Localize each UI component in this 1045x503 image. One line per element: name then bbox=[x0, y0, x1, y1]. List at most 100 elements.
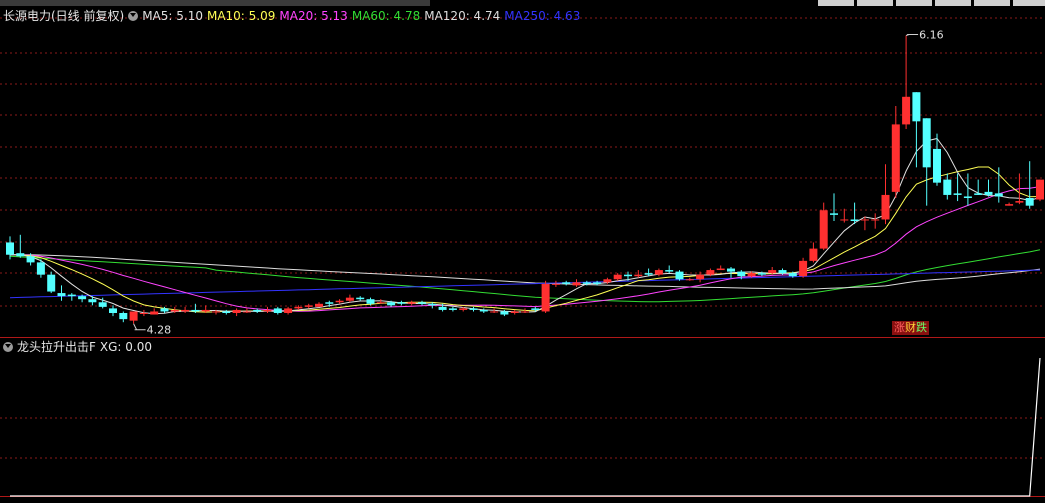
candle-down bbox=[922, 118, 931, 168]
candle-up bbox=[809, 248, 818, 261]
candle-down bbox=[109, 308, 117, 313]
candle-down bbox=[850, 219, 859, 221]
candle-up bbox=[1005, 204, 1014, 206]
candle-down bbox=[98, 302, 107, 307]
xg-indicator-line bbox=[10, 357, 1041, 497]
candle-down bbox=[984, 191, 993, 195]
candle-up bbox=[613, 274, 622, 280]
candle-down bbox=[448, 308, 457, 310]
candle-down bbox=[397, 302, 406, 304]
candle-down bbox=[593, 282, 602, 284]
candle-up bbox=[603, 279, 612, 283]
candle-up bbox=[840, 219, 849, 221]
candle-up bbox=[799, 260, 808, 277]
price-marker-label: 6.16 bbox=[919, 28, 944, 41]
candle-up bbox=[139, 313, 148, 314]
candle-down bbox=[16, 253, 25, 257]
candle-down bbox=[500, 311, 509, 315]
candle-up bbox=[170, 309, 179, 312]
candle-up bbox=[685, 279, 694, 281]
candle-down bbox=[582, 282, 591, 284]
ma-legend: MA5: 5.10 MA10: 5.09 MA20: 5.13 MA60: 4.78 M… bbox=[142, 9, 584, 23]
price-marker-arrow bbox=[905, 33, 919, 36]
candle-up bbox=[242, 311, 251, 313]
candle-down bbox=[387, 302, 396, 306]
dropdown-circle-icon[interactable] bbox=[128, 11, 139, 21]
candle-up bbox=[201, 309, 210, 312]
candle-down bbox=[737, 271, 746, 277]
candle-down bbox=[469, 308, 478, 310]
candle-up bbox=[541, 283, 550, 312]
candle-down bbox=[366, 299, 375, 304]
indicator-dropdown-icon[interactable] bbox=[3, 342, 13, 352]
candle-down bbox=[757, 273, 766, 275]
candle-up bbox=[654, 270, 663, 275]
candle-up bbox=[315, 303, 323, 307]
candle-up bbox=[150, 311, 159, 315]
kline-chart[interactable]: 6.16 4.28 bbox=[0, 0, 1045, 503]
candle-up bbox=[490, 311, 499, 313]
candle-down bbox=[57, 293, 66, 297]
ma-legend-item: MA250: 4.63 bbox=[504, 9, 581, 23]
event-badge[interactable]: 涨财跌 bbox=[892, 321, 929, 335]
xg-value-label: XG: 0.00 bbox=[99, 340, 153, 354]
ma-legend-item: MA5: 5.10 bbox=[142, 9, 203, 23]
candle-down bbox=[222, 311, 231, 313]
badge-cai: 财 bbox=[905, 321, 916, 334]
ma-legend-item: MA60: 4.78 bbox=[351, 9, 421, 23]
badge-die: 跌 bbox=[916, 321, 927, 334]
candle-down bbox=[562, 282, 571, 284]
candle-down bbox=[6, 242, 14, 255]
candle-down bbox=[531, 308, 540, 310]
candle-down bbox=[119, 313, 128, 320]
candle-down bbox=[788, 273, 797, 277]
candle-down bbox=[26, 256, 35, 263]
candle-down bbox=[675, 271, 684, 280]
candle-down bbox=[253, 309, 262, 312]
candle-down bbox=[830, 213, 838, 215]
candle-down bbox=[953, 193, 962, 195]
candle-up bbox=[284, 308, 293, 313]
candle-up bbox=[1015, 201, 1024, 203]
candle-down bbox=[624, 274, 632, 277]
candle-up bbox=[129, 311, 138, 321]
candle-up bbox=[551, 283, 560, 285]
candle-down bbox=[438, 306, 447, 310]
candle-down bbox=[1025, 198, 1034, 206]
candle-down bbox=[912, 92, 921, 122]
candle-down bbox=[418, 302, 426, 304]
indicator-header: 龙头拉升出击F XG: 0.00 bbox=[3, 339, 156, 355]
candle-up bbox=[459, 308, 468, 310]
candle-up bbox=[860, 219, 869, 221]
candle-down bbox=[160, 308, 169, 312]
candle-up bbox=[376, 302, 385, 304]
candle-up bbox=[634, 274, 643, 277]
ma-legend-item: MA20: 5.13 bbox=[279, 9, 348, 23]
candle-up bbox=[181, 309, 190, 312]
candle-up bbox=[768, 270, 777, 274]
badge-zhang: 涨 bbox=[894, 321, 905, 334]
candle-down bbox=[963, 196, 972, 198]
candle-up bbox=[294, 306, 303, 309]
candle-up bbox=[212, 311, 220, 313]
candle-up bbox=[521, 311, 529, 313]
candle-up bbox=[304, 305, 313, 307]
candle-up bbox=[747, 273, 756, 277]
candle-down bbox=[325, 302, 334, 304]
candle-up bbox=[263, 309, 272, 312]
ma-legend-item: MA120: 4.74 bbox=[424, 9, 501, 23]
candle-up bbox=[335, 300, 344, 303]
candle-down bbox=[943, 179, 952, 195]
indicator-title: 龙头拉升出击F bbox=[17, 340, 96, 354]
candle-down bbox=[727, 268, 735, 272]
candle-up bbox=[891, 124, 900, 192]
candle-down bbox=[994, 193, 1003, 197]
stock-title: 长源电力(日线 前复权) bbox=[3, 9, 125, 23]
candle-down bbox=[191, 309, 200, 312]
candle-up bbox=[716, 268, 725, 271]
ma-legend-item: MA10: 5.09 bbox=[206, 9, 276, 23]
candle-down bbox=[428, 303, 437, 306]
candle-up bbox=[1036, 179, 1044, 200]
candle-down bbox=[67, 294, 76, 297]
candle-up bbox=[706, 270, 715, 275]
